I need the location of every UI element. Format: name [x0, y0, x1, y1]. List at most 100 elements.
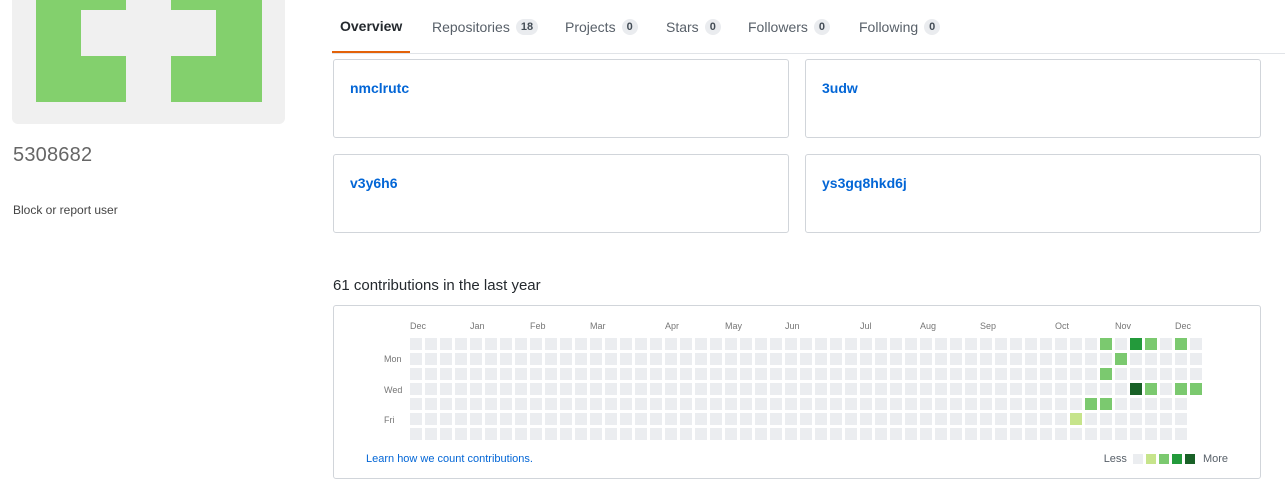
contribution-cell[interactable] — [620, 368, 632, 380]
contribution-cell[interactable] — [560, 383, 572, 395]
contribution-cell[interactable] — [470, 428, 482, 440]
contribution-cell[interactable] — [425, 368, 437, 380]
contribution-cell[interactable] — [1130, 398, 1142, 410]
contribution-cell[interactable] — [890, 338, 902, 350]
contribution-cell[interactable] — [1145, 428, 1157, 440]
contribution-cell[interactable] — [500, 368, 512, 380]
contribution-cell[interactable] — [785, 338, 797, 350]
contribution-cell[interactable] — [605, 398, 617, 410]
contribution-cell[interactable] — [635, 383, 647, 395]
contribution-cell[interactable] — [950, 368, 962, 380]
contribution-cell[interactable] — [1010, 368, 1022, 380]
contribution-cell[interactable] — [980, 428, 992, 440]
contribution-cell[interactable] — [875, 368, 887, 380]
contribution-cell[interactable] — [1190, 383, 1202, 395]
contribution-cell[interactable] — [950, 413, 962, 425]
contribution-cell[interactable] — [1070, 413, 1082, 425]
contribution-cell[interactable] — [995, 398, 1007, 410]
contribution-cell[interactable] — [830, 398, 842, 410]
contribution-cell[interactable] — [875, 398, 887, 410]
contribution-cell[interactable] — [1100, 398, 1112, 410]
contribution-cell[interactable] — [470, 338, 482, 350]
tab-followers[interactable]: Followers 0 — [740, 0, 838, 53]
contribution-cell[interactable] — [665, 398, 677, 410]
contribution-cell[interactable] — [680, 413, 692, 425]
contribution-cell[interactable] — [740, 428, 752, 440]
contribution-cell[interactable] — [1010, 398, 1022, 410]
contribution-cell[interactable] — [1025, 368, 1037, 380]
contribution-cell[interactable] — [905, 413, 917, 425]
contribution-cell[interactable] — [425, 398, 437, 410]
contribution-cell[interactable] — [635, 338, 647, 350]
contribution-cell[interactable] — [995, 368, 1007, 380]
contribution-cell[interactable] — [845, 338, 857, 350]
contribution-cell[interactable] — [1175, 338, 1187, 350]
contribution-cell[interactable] — [1175, 398, 1187, 410]
contribution-cell[interactable] — [920, 368, 932, 380]
contribution-cell[interactable] — [1025, 428, 1037, 440]
contribution-cell[interactable] — [1010, 383, 1022, 395]
contribution-cell[interactable] — [470, 383, 482, 395]
contribution-cell[interactable] — [1100, 368, 1112, 380]
contribution-cell[interactable] — [980, 413, 992, 425]
contribution-cell[interactable] — [680, 338, 692, 350]
contribution-cell[interactable] — [425, 428, 437, 440]
contribution-cell[interactable] — [1040, 353, 1052, 365]
contribution-cell[interactable] — [695, 338, 707, 350]
contribution-cell[interactable] — [725, 428, 737, 440]
contribution-cell[interactable] — [515, 413, 527, 425]
contribution-cell[interactable] — [905, 338, 917, 350]
contribution-cell[interactable] — [890, 428, 902, 440]
contribution-cell[interactable] — [410, 428, 422, 440]
contribution-cell[interactable] — [725, 398, 737, 410]
contribution-cell[interactable] — [530, 398, 542, 410]
contribution-cell[interactable] — [515, 368, 527, 380]
contribution-cell[interactable] — [1100, 413, 1112, 425]
contribution-cell[interactable] — [605, 368, 617, 380]
contribution-cell[interactable] — [590, 398, 602, 410]
contribution-cell[interactable] — [440, 383, 452, 395]
contribution-cell[interactable] — [980, 383, 992, 395]
contribution-cell[interactable] — [590, 353, 602, 365]
contribution-cell[interactable] — [920, 428, 932, 440]
contribution-cell[interactable] — [1100, 353, 1112, 365]
contribution-cell[interactable] — [980, 353, 992, 365]
contribution-cell[interactable] — [1160, 383, 1172, 395]
contribution-cell[interactable] — [1085, 428, 1097, 440]
contribution-cell[interactable] — [860, 413, 872, 425]
contribution-cell[interactable] — [410, 368, 422, 380]
contribution-cell[interactable] — [995, 353, 1007, 365]
contribution-cell[interactable] — [1145, 353, 1157, 365]
contribution-cell[interactable] — [1040, 383, 1052, 395]
tab-following[interactable]: Following 0 — [851, 0, 948, 53]
contribution-cell[interactable] — [530, 428, 542, 440]
contribution-cell[interactable] — [545, 353, 557, 365]
contribution-cell[interactable] — [665, 338, 677, 350]
contribution-cell[interactable] — [1010, 428, 1022, 440]
contribution-cell[interactable] — [620, 428, 632, 440]
contribution-cell[interactable] — [575, 368, 587, 380]
contribution-cell[interactable] — [620, 413, 632, 425]
contribution-cell[interactable] — [980, 368, 992, 380]
contribution-cell[interactable] — [1130, 368, 1142, 380]
contribution-cell[interactable] — [1070, 353, 1082, 365]
contribution-cell[interactable] — [485, 338, 497, 350]
block-report-link[interactable]: Block or report user — [13, 203, 118, 217]
contribution-cell[interactable] — [1160, 368, 1172, 380]
contribution-cell[interactable] — [800, 428, 812, 440]
contribution-cell[interactable] — [710, 368, 722, 380]
contribution-cell[interactable] — [785, 353, 797, 365]
contribution-cell[interactable] — [800, 338, 812, 350]
contribution-cell[interactable] — [635, 353, 647, 365]
contribution-cell[interactable] — [425, 338, 437, 350]
contribution-cell[interactable] — [965, 413, 977, 425]
contribution-cell[interactable] — [1190, 338, 1202, 350]
contribution-cell[interactable] — [905, 353, 917, 365]
contribution-cell[interactable] — [560, 428, 572, 440]
contribution-cell[interactable] — [950, 353, 962, 365]
contribution-cell[interactable] — [605, 428, 617, 440]
contribution-cell[interactable] — [650, 353, 662, 365]
contribution-cell[interactable] — [440, 353, 452, 365]
contribution-cell[interactable] — [860, 398, 872, 410]
contribution-cell[interactable] — [410, 383, 422, 395]
